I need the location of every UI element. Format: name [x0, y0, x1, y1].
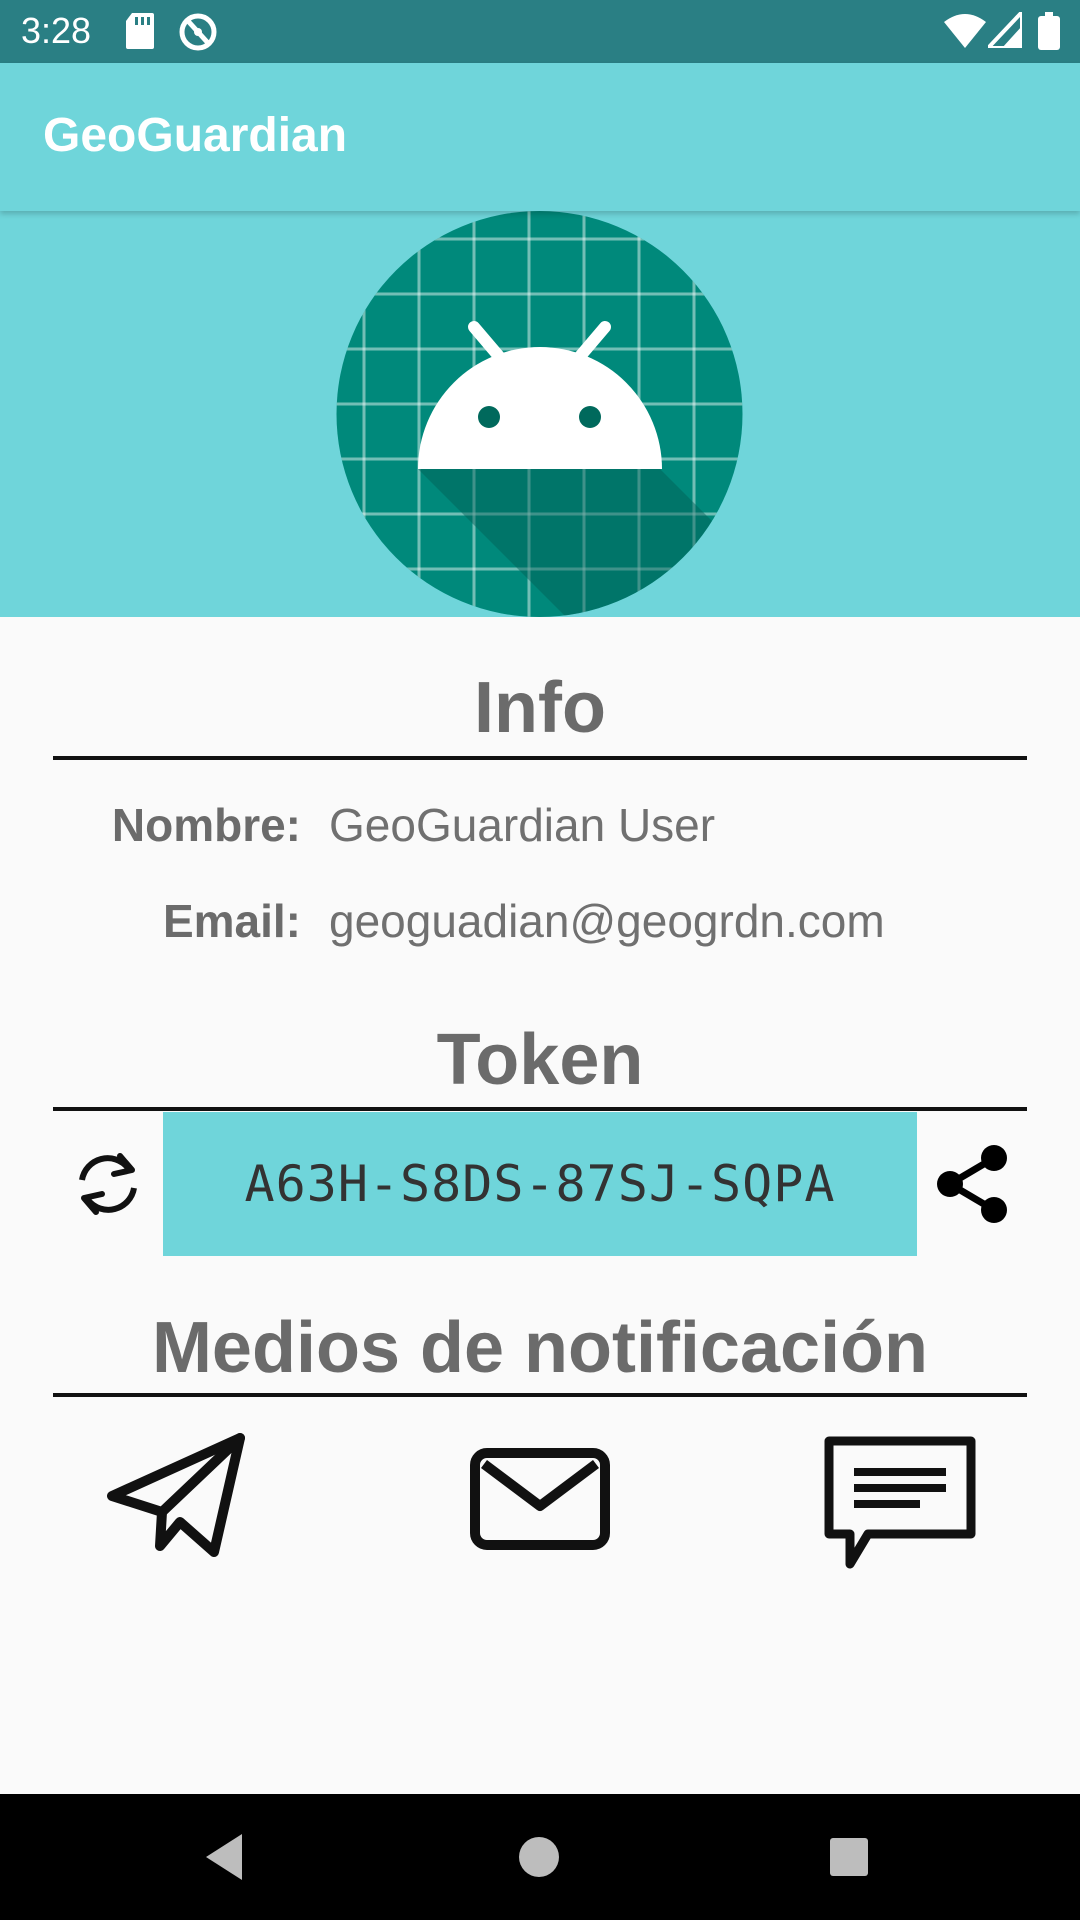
name-label: Nombre: [111, 799, 301, 851]
sync-icon [179, 13, 217, 51]
status-bar: 3:28 [0, 0, 1080, 63]
info-heading: Info [474, 668, 606, 748]
home-icon[interactable] [506, 1824, 572, 1890]
wifi-icon [944, 14, 986, 48]
profile-header [0, 211, 1080, 617]
notifications-divider [53, 1393, 1027, 1397]
status-time: 3:28 [21, 10, 92, 51]
token-heading: Token [436, 1020, 644, 1100]
email-label: Email: [162, 895, 301, 947]
android-robot-icon[interactable] [336, 211, 743, 617]
email-icon[interactable] [470, 1448, 610, 1550]
battery-icon [1038, 12, 1060, 50]
notifications-heading: Medios de notificación [151, 1308, 929, 1388]
email-value: geoguadian@geogrdn.com [329, 895, 885, 947]
recents-icon[interactable] [816, 1824, 882, 1890]
token-divider [53, 1107, 1027, 1111]
app-bar: GeoGuardian [0, 63, 1080, 211]
signal-icon [988, 12, 1022, 48]
token-value: A63H-S8DS-87SJ-SQPA [244, 1155, 836, 1213]
name-value: GeoGuardian User [329, 799, 716, 851]
share-icon[interactable] [934, 1144, 1010, 1224]
navigation-bar [0, 1794, 1080, 1920]
app-title: GeoGuardian [43, 109, 348, 162]
token-display[interactable]: A63H-S8DS-87SJ-SQPA [163, 1112, 917, 1256]
info-divider [53, 756, 1027, 760]
telegram-icon[interactable] [104, 1432, 248, 1558]
back-icon[interactable] [196, 1824, 262, 1890]
sms-message-icon[interactable] [824, 1436, 976, 1572]
refresh-icon[interactable] [72, 1148, 144, 1220]
sd-card-icon [126, 13, 154, 49]
